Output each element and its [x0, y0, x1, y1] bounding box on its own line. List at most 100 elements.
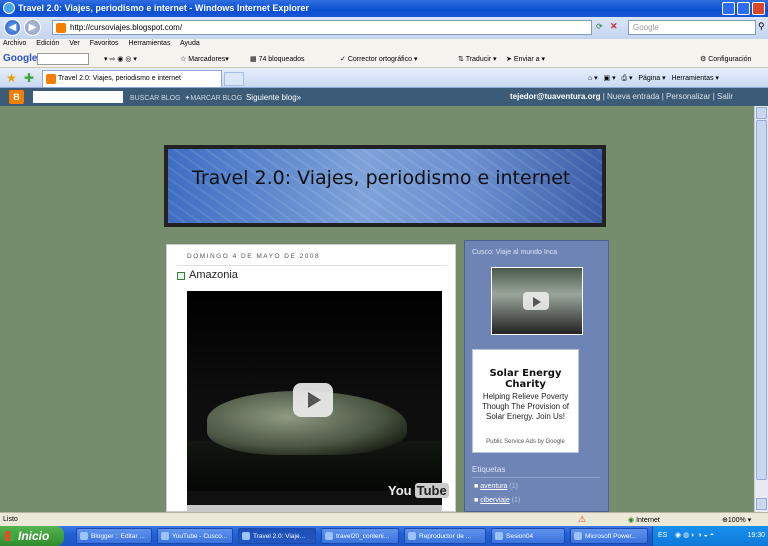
- address-input[interactable]: http://cursoviajes.blogspot.com/: [52, 20, 592, 35]
- toolbar-corrector[interactable]: ✓ Corrector ortográfico ▾: [340, 55, 417, 63]
- post-title[interactable]: Amazonia: [189, 269, 238, 281]
- menu-ver[interactable]: Ver: [69, 40, 80, 47]
- address-toolbar: ◀ ▶ http://cursoviajes.blogspot.com/ ⟳ ✕…: [0, 17, 768, 39]
- refresh-icon[interactable]: ⟳: [596, 22, 603, 31]
- label-item: ■ ciberviaje (1): [474, 497, 520, 504]
- mark-blog-button[interactable]: ✦MARCAR BLOG: [184, 95, 242, 102]
- home-icon[interactable]: ⌂ ▾: [588, 75, 598, 82]
- new-post-link[interactable]: Nueva entrada: [607, 92, 659, 101]
- ad-text: Helping Relieve Poverty Though The Provi…: [481, 392, 569, 421]
- youtube-video-player[interactable]: You Tube: [187, 291, 449, 512]
- favorites-star-icon[interactable]: ★: [6, 72, 20, 84]
- menu-archivo[interactable]: Archivo: [3, 40, 26, 47]
- toolbar-marcadores[interactable]: ☆ Marcadores▾: [180, 55, 229, 63]
- search-placeholder: Google: [633, 23, 659, 32]
- forward-button[interactable]: ▶: [24, 19, 41, 36]
- video-controls[interactable]: [187, 505, 442, 512]
- menu-herramientas[interactable]: Herramientas: [128, 40, 170, 47]
- mark-blog-label: MARCAR BLOG: [190, 95, 243, 102]
- menu-bar: Archivo Edición Ver Favoritos Herramient…: [0, 39, 768, 50]
- youtube-logo-tube: Tube: [414, 483, 449, 498]
- status-text: Listo: [3, 516, 18, 523]
- stop-icon[interactable]: ✕: [610, 21, 618, 32]
- taskbar-item-reproductor[interactable]: Reproductor de ...: [404, 528, 486, 544]
- add-favorites-icon[interactable]: ✚: [24, 72, 38, 84]
- sign-out-link[interactable]: Salir: [717, 92, 733, 101]
- sidebar-video-player[interactable]: [491, 267, 583, 335]
- label-link-ciberviaje[interactable]: ciberviaje: [480, 497, 510, 504]
- taskbar-item-travel[interactable]: Travel 2.0: Viaje...: [238, 528, 316, 544]
- tray-icons[interactable]: ◉◍◐◑◒◓: [675, 531, 716, 539]
- blog-header: Travel 2.0: Viajes, periodismo e interne…: [164, 145, 606, 227]
- bullet-icon: ■: [474, 483, 479, 490]
- tools-menu[interactable]: Herramientas ▾: [671, 75, 718, 82]
- tools-menu-label: Herramientas: [671, 75, 714, 82]
- language-indicator[interactable]: ES: [658, 532, 667, 539]
- youtube-logo: You Tube: [385, 483, 449, 498]
- menu-ayuda[interactable]: Ayuda: [180, 40, 200, 47]
- scrollbar-thumb[interactable]: [756, 120, 767, 480]
- feeds-icon[interactable]: ▣ ▾: [604, 75, 616, 82]
- taskbar-item-youtube[interactable]: YouTube - Cusco...: [157, 528, 233, 544]
- label-count: (1): [511, 497, 521, 504]
- blocked-content-icon[interactable]: ⚠: [578, 514, 586, 525]
- sidebar: Cusco: Viaje al mundo Inca Solar Energy …: [464, 240, 609, 512]
- toolbar-enviar[interactable]: ➤ Enviar a ▾: [506, 55, 545, 63]
- toolbar-bloqueados[interactable]: ▦ 74 bloqueados: [250, 55, 305, 63]
- blog-title[interactable]: Travel 2.0: Viajes, periodismo e interne…: [192, 167, 570, 189]
- blogger-logo-icon[interactable]: B: [9, 90, 24, 104]
- print-icon[interactable]: ⎙ ▾: [621, 75, 632, 82]
- labels-heading: Etiquetas: [472, 465, 506, 474]
- security-zone[interactable]: ◉ Internet: [628, 516, 660, 524]
- window-title: Travel 2.0: Viajes, periodismo e interne…: [18, 3, 309, 13]
- search-input[interactable]: Google: [628, 20, 756, 35]
- status-bar: Listo ⚠ ◉ Internet ⊕100% ▾: [0, 512, 768, 526]
- scroll-down-button[interactable]: [756, 498, 767, 510]
- toolbar-traducir[interactable]: ⇅ Traducir ▾: [458, 55, 497, 63]
- command-bar: ⌂ ▾ ▣ ▾ ⎙ ▾ Página ▾ Herramientas ▾: [588, 74, 719, 83]
- minimize-button[interactable]: [722, 2, 735, 15]
- menu-favoritos[interactable]: Favoritos: [90, 40, 119, 47]
- toolbar-configuracion[interactable]: ⚙ Configuración: [700, 55, 751, 63]
- taskbar-item-powerpoint[interactable]: Microsoft Power...: [570, 528, 648, 544]
- scroll-up-button[interactable]: [756, 107, 767, 119]
- menu-edicion[interactable]: Edición: [36, 40, 59, 47]
- play-icon[interactable]: [293, 383, 333, 417]
- back-button[interactable]: ◀: [4, 19, 21, 36]
- sidebar-video-title: Cusco: Viaje al mundo Inca: [472, 249, 558, 256]
- next-blog-link[interactable]: Siguiente blog»: [246, 93, 301, 102]
- google-search-input[interactable]: [37, 53, 89, 65]
- taskbar-item-blogger[interactable]: Blogger :: Editar ...: [76, 528, 152, 544]
- tab-travel[interactable]: Travel 2.0: Viajes, periodismo e interne…: [42, 70, 222, 87]
- vertical-scrollbar[interactable]: [754, 106, 768, 512]
- window-title-bar[interactable]: Travel 2.0: Viajes, periodismo e interne…: [0, 0, 768, 17]
- post-icon: [177, 272, 185, 280]
- zoom-level[interactable]: ⊕100% ▾: [722, 516, 751, 524]
- ad-title[interactable]: Solar Energy Charity: [473, 368, 578, 390]
- clock: 19:30: [747, 532, 765, 539]
- play-icon[interactable]: [523, 292, 549, 310]
- toolbar-buttons-icon[interactable]: ▾ ⇨ ◉ ◎ ▾: [104, 55, 137, 63]
- url-text: http://cursoviajes.blogspot.com/: [70, 23, 183, 32]
- system-tray: ES ◉◍◐◑◒◓ 19:30: [652, 526, 768, 546]
- internet-explorer-icon: [3, 2, 15, 14]
- post-divider: [177, 265, 447, 266]
- blog-search-input[interactable]: [33, 91, 123, 103]
- maximize-button[interactable]: [737, 2, 750, 15]
- page-menu[interactable]: Página ▾: [638, 75, 665, 82]
- new-tab-button[interactable]: [224, 72, 244, 86]
- tab-bar: ★ ✚ Travel 2.0: Viajes, periodismo e int…: [0, 68, 768, 88]
- start-button[interactable]: Inicio: [0, 526, 64, 546]
- ad-footer[interactable]: Public Service Ads by Google: [473, 439, 578, 445]
- customize-link[interactable]: Personalizar: [666, 92, 710, 101]
- label-link-aventura[interactable]: aventura: [480, 483, 507, 490]
- search-icon[interactable]: ⚲: [758, 21, 765, 32]
- blogger-navbar: B BUSCAR BLOG ✦MARCAR BLOG Siguiente blo…: [0, 88, 768, 106]
- taskbar-item-travel20[interactable]: travel20_conteni...: [321, 528, 399, 544]
- close-button[interactable]: [752, 2, 765, 15]
- google-ad[interactable]: Solar Energy Charity Helping Relieve Pov…: [472, 349, 579, 453]
- post-date: DOMINGO 4 DE MAYO DE 2008: [187, 253, 321, 260]
- taskbar-item-sesion04[interactable]: Sesion04: [491, 528, 565, 544]
- google-logo: Google: [3, 53, 38, 64]
- search-blog-button[interactable]: BUSCAR BLOG: [130, 95, 181, 102]
